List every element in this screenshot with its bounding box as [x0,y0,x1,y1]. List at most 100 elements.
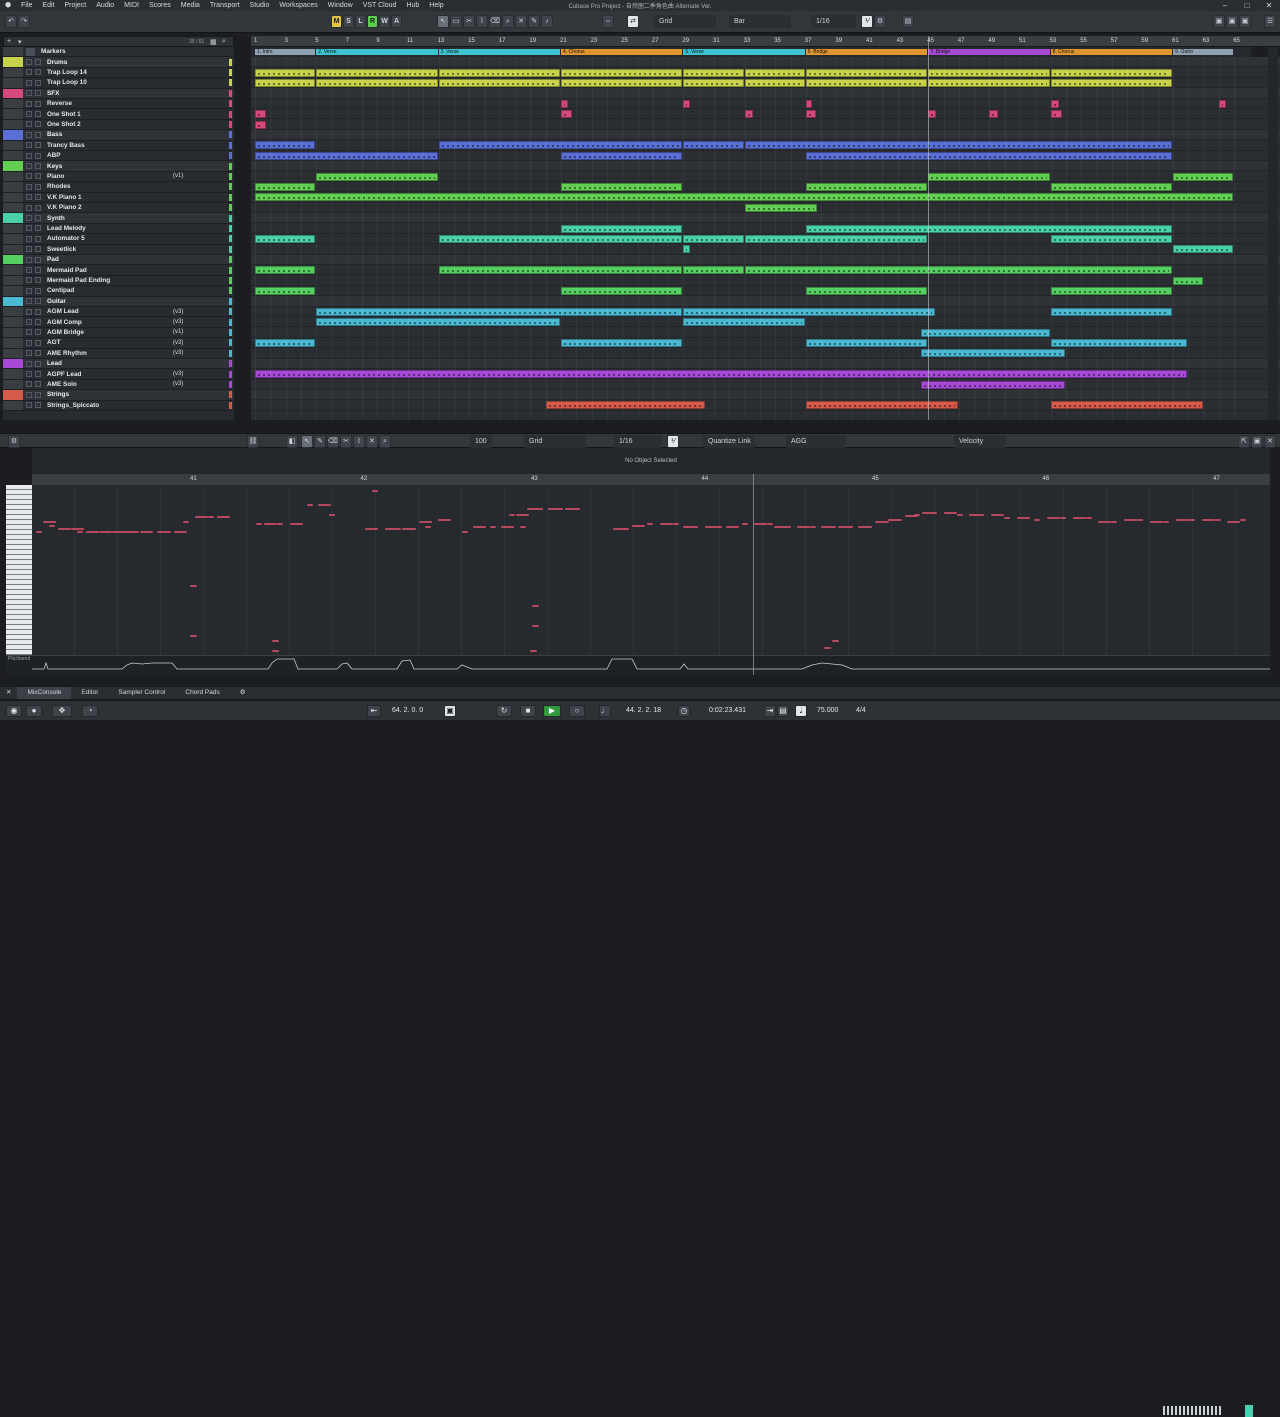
midi-part[interactable] [920,380,1065,389]
mute-button[interactable] [26,319,32,326]
track-type-icon[interactable] [3,119,23,130]
midi-note[interactable] [520,525,527,528]
midi-part[interactable] [928,110,937,119]
midi-note[interactable] [832,640,839,642]
marker[interactable]: 5. Verse [683,49,805,55]
quantize-preset-select[interactable]: 1/16 [811,15,856,28]
track-type-icon[interactable] [3,78,23,88]
midi-note[interactable] [208,516,215,519]
track-type-icon[interactable] [3,109,23,119]
solo-button[interactable] [35,152,41,159]
track-lane[interactable] [251,109,1280,120]
current-track-select[interactable]: AGG [786,435,846,448]
midi-note[interactable] [173,530,187,533]
midi-note[interactable] [904,515,918,518]
snap-toggle-icon[interactable]: ⇔ [602,15,614,28]
mute-button[interactable] [26,131,32,138]
track-type-icon[interactable] [3,379,23,390]
midi-part[interactable] [255,110,267,119]
track-type-icon[interactable] [3,275,23,286]
midi-part[interactable] [920,349,1065,358]
folder-track[interactable]: Pad [3,255,234,266]
mute-button[interactable] [26,121,32,128]
lock-icon[interactable]: ▣ [444,705,456,717]
solo-button[interactable] [35,329,41,336]
track-options-icon[interactable]: ▾ [18,38,22,46]
track-lane[interactable] [251,98,1280,109]
mute-button[interactable] [26,381,32,388]
arrange-ruler[interactable]: 1 3 5 7 9 11 13 15 17 19 21 23 25 27 29 31 33 35 37 39 41 43 4… [251,36,1280,47]
menu-item-transport[interactable]: Transport [205,0,245,11]
track-type-icon[interactable] [3,369,23,379]
range-tool-icon[interactable]: ▭ [450,15,462,28]
midi-note[interactable] [573,507,580,510]
project-cursor[interactable] [928,36,929,420]
mute-button[interactable] [26,235,32,242]
folder-icon[interactable] [3,88,23,98]
position-time[interactable]: 0:02:23.431 [709,705,746,717]
midi-note[interactable] [272,650,279,652]
tab-editor[interactable]: Editor [71,687,108,699]
midi-note[interactable] [532,605,539,607]
left-locator-value[interactable]: 64. 2. 0. 0 [392,705,423,717]
midi-part[interactable] [805,110,816,119]
midi-note[interactable] [846,525,853,528]
solo-button[interactable] [35,319,41,326]
track-lane[interactable] [251,88,1280,99]
maximize-icon[interactable]: □ [1236,0,1258,11]
midi-note[interactable] [509,513,516,516]
solo-button[interactable] [35,298,41,305]
mute-button[interactable] [26,287,32,294]
track-row[interactable]: Reverse [3,99,234,110]
erase-tool-icon[interactable]: ⌫ [489,15,501,28]
menu-item-file[interactable]: File [16,0,37,11]
mute-button[interactable] [26,111,32,118]
menu-item-workspaces[interactable]: Workspaces [274,0,322,11]
solo-button[interactable] [35,256,41,263]
write-automation-button[interactable]: W [379,15,390,28]
mute-button[interactable] [26,277,32,284]
snap-icon[interactable]: ⇄ [627,15,639,28]
midi-part[interactable] [561,110,573,119]
track-row[interactable]: V.K Piano 1 [3,192,234,203]
track-filter-icon[interactable]: ▦ [210,38,217,46]
listen-mode-button[interactable]: L [355,15,366,28]
track-type-icon[interactable] [3,338,23,348]
mute-button[interactable] [26,267,32,274]
zoom-tool-icon[interactable]: ⌕ [502,15,514,28]
automation-mode-button[interactable]: A [391,15,402,28]
folder-icon[interactable] [3,213,23,223]
grid-type-select[interactable]: Bar [729,15,791,28]
tab-settings-icon[interactable]: ⚙ [230,687,256,699]
piano-keyboard[interactable] [6,485,32,655]
folder-track[interactable]: SFX [3,88,234,99]
track-row[interactable]: Rhodes [3,182,234,193]
menu-item-edit[interactable]: Edit [37,0,59,11]
midi-note[interactable] [866,525,873,528]
midi-note[interactable] [829,525,836,528]
solo-button[interactable] [35,121,41,128]
solo-button[interactable] [35,277,41,284]
track-type-icon[interactable] [3,234,23,244]
mute-button[interactable] [26,391,32,398]
midi-note[interactable] [1016,517,1030,520]
midi-note[interactable] [1137,519,1144,522]
track-type-icon[interactable] [3,327,23,338]
midi-part[interactable] [255,120,267,129]
mute-button[interactable] [26,163,32,170]
midi-note[interactable] [741,523,748,525]
menu-item-hub[interactable]: Hub [401,0,424,11]
minimize-icon[interactable]: – [1214,0,1236,11]
tempo-value[interactable]: 75.000 [817,705,838,717]
mute-button[interactable] [26,308,32,315]
mute-button[interactable] [26,69,32,76]
midi-note[interactable] [395,527,402,530]
mute-mode-button[interactable]: M [331,15,342,28]
midi-note[interactable] [913,513,920,516]
midi-note[interactable] [537,507,544,510]
midi-note[interactable] [438,519,452,522]
midi-note[interactable] [1162,521,1169,524]
solo-button[interactable] [35,59,41,66]
workspace-icon[interactable]: ☰ [1264,15,1276,28]
zoom-value[interactable]: 100 [470,435,492,448]
